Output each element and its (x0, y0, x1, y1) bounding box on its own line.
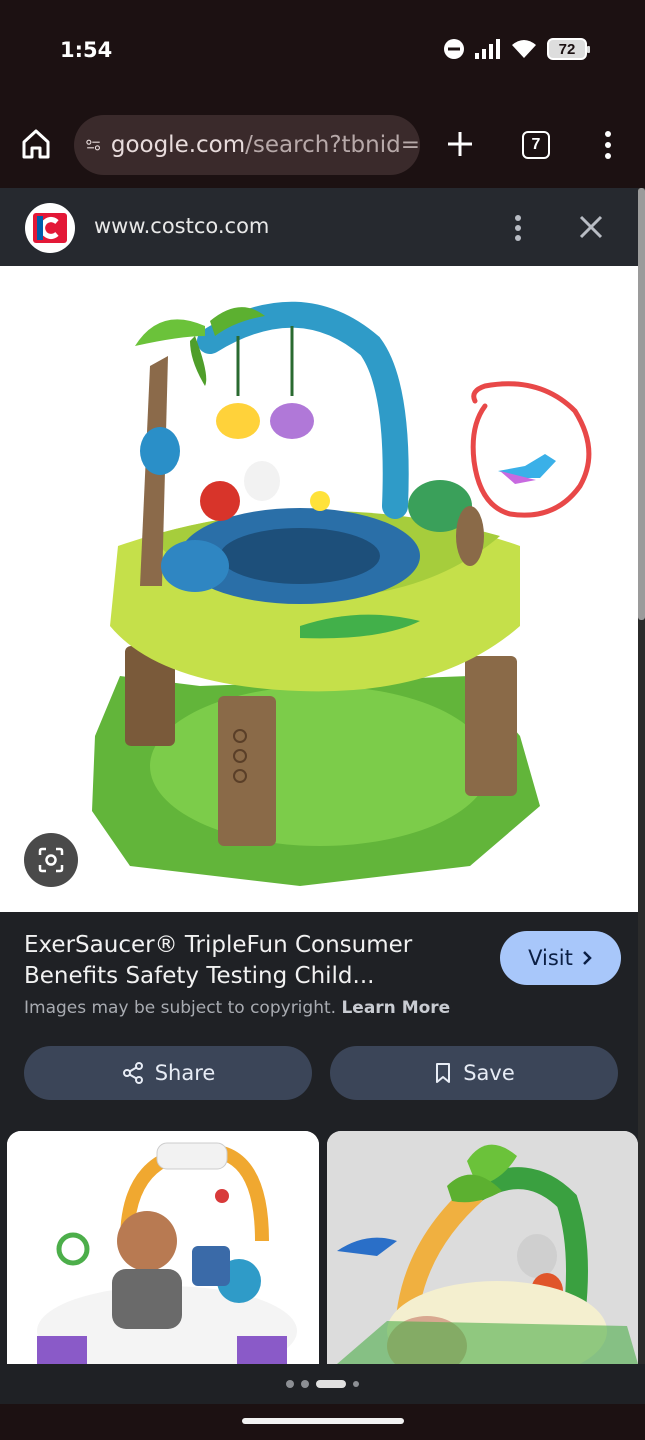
battery-indicator: 72 (547, 38, 590, 60)
copyright-notice: Images may be subject to copyright. Lear… (24, 998, 450, 1018)
learn-more-link[interactable]: Learn More (341, 998, 450, 1018)
tab-switcher-icon[interactable]: 7 (522, 131, 550, 159)
plus-icon[interactable] (444, 128, 476, 160)
image-details: ExerSaucer® TripleFun Consumer Benefits … (0, 912, 638, 1364)
signal-icon (475, 39, 500, 59)
share-button[interactable]: Share (24, 1046, 312, 1100)
more-vert-icon[interactable] (508, 212, 528, 244)
wifi-icon (512, 40, 536, 58)
save-button[interactable]: Save (330, 1046, 618, 1100)
baby-activity-center-image (7, 1131, 319, 1364)
browser-toolbar: google.com/search?tbnid= 7 (0, 100, 645, 188)
status-icons: 72 (443, 38, 590, 60)
close-icon[interactable] (576, 212, 606, 242)
scrollbar-thumb[interactable] (638, 188, 645, 620)
site-settings-icon[interactable] (86, 133, 101, 157)
bookmark-icon (436, 1063, 451, 1083)
baby-play-mat-image (327, 1131, 638, 1364)
url-host: google.com (110, 132, 246, 158)
carousel-pagination (0, 1364, 645, 1404)
related-image-thumbnail[interactable] (7, 1131, 319, 1364)
costco-logo (25, 203, 75, 253)
page-dot[interactable] (353, 1381, 359, 1387)
gesture-bar[interactable] (242, 1418, 404, 1424)
status-bar: 1:54 72 (0, 0, 645, 100)
chevron-right-icon (582, 951, 592, 965)
share-icon (122, 1062, 143, 1084)
status-time: 1:54 (60, 38, 113, 62)
page-dot[interactable] (286, 1380, 294, 1388)
system-navigation (0, 1404, 645, 1440)
image-panel-header: www.costco.com (0, 188, 638, 266)
visit-label: Visit (528, 946, 573, 970)
lens-icon[interactable] (24, 833, 78, 887)
share-label: Share (154, 1061, 216, 1085)
more-vert-icon[interactable] (596, 128, 620, 162)
do-not-disturb-icon (444, 39, 464, 59)
related-image-thumbnail[interactable] (327, 1131, 638, 1364)
exersaucer-illustration (92, 301, 592, 886)
product-image[interactable] (0, 266, 638, 912)
url-text: google.com/search?tbnid= (111, 132, 420, 158)
address-bar[interactable]: google.com/search?tbnid= (74, 115, 420, 175)
page-dot-active[interactable] (316, 1380, 346, 1388)
visit-button[interactable]: Visit (500, 931, 621, 985)
save-label: Save (463, 1061, 515, 1085)
url-path: /search?tbnid= (245, 132, 420, 158)
copyright-text: Images may be subject to copyright. (24, 998, 337, 1018)
page-dot[interactable] (301, 1380, 309, 1388)
source-site-name[interactable]: www.costco.com (94, 214, 269, 238)
home-icon[interactable] (18, 126, 54, 162)
result-title[interactable]: ExerSaucer® TripleFun Consumer Benefits … (24, 930, 444, 992)
